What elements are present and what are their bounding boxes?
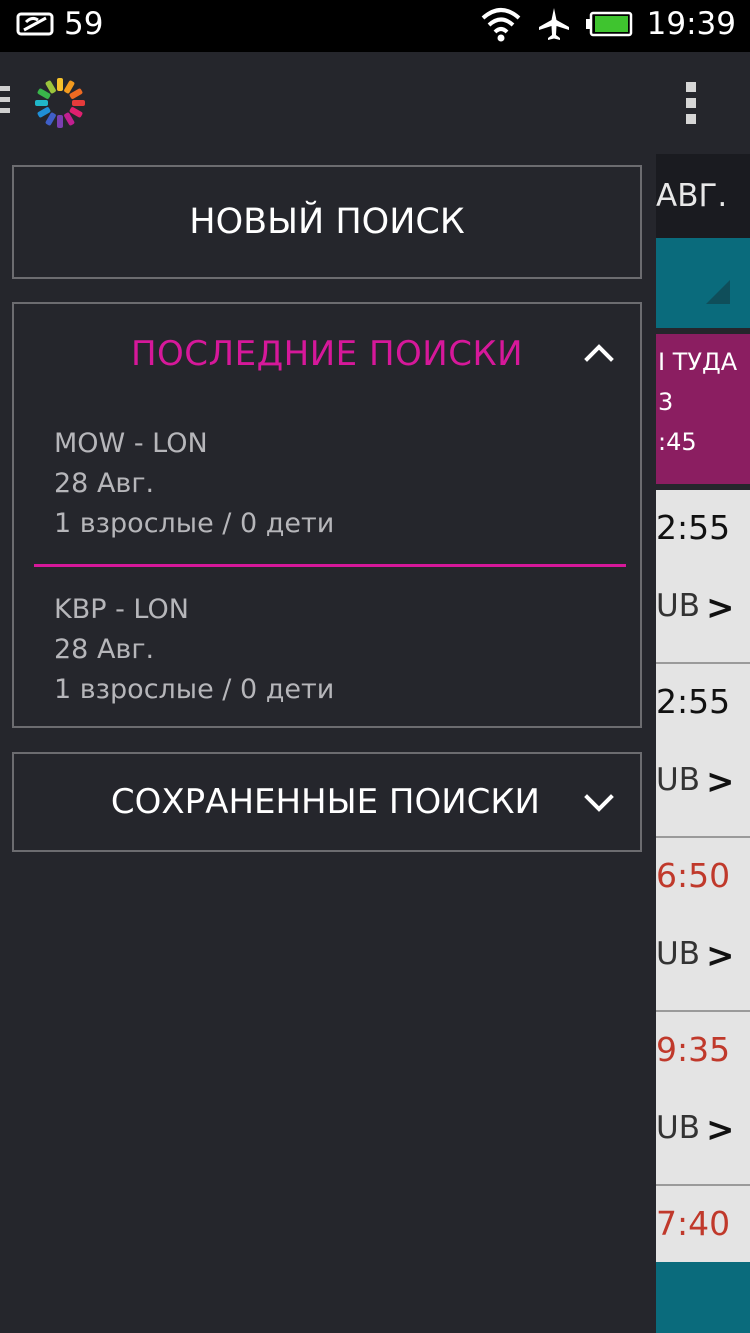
passengers: 1 взрослые / 0 дети	[54, 508, 335, 539]
date-header: АВГ.	[656, 154, 750, 238]
result-row[interactable]: 9:35 UB >	[656, 1012, 750, 1186]
navigation-drawer: НОВЫЙ ПОИСК ПОСЛЕДНИЕ ПОИСКИ MOW - LON 2…	[0, 154, 656, 1333]
recent-search-item[interactable]: KBP - LON 28 Авг. 1 взрослые / 0 дети	[54, 590, 614, 710]
action-bar	[0, 52, 750, 154]
flight-header: I ТУДА 3 :45	[656, 334, 750, 484]
route: MOW - LON	[54, 428, 208, 459]
saved-searches-title: СОХРАНЕННЫЕ ПОИСКИ	[110, 782, 540, 822]
filter-bar	[656, 238, 750, 328]
airplane-icon	[538, 8, 569, 40]
recent-searches-title[interactable]: ПОСЛЕДНИЕ ПОИСКИ	[14, 334, 640, 374]
new-search-label: НОВЫЙ ПОИСК	[189, 202, 465, 242]
date: 28 Авг.	[54, 468, 155, 499]
battery-icon	[585, 11, 632, 37]
result-row[interactable]: 6:50 UB >	[656, 838, 750, 1012]
overflow-menu-icon[interactable]	[686, 82, 698, 130]
chevron-right-icon: >	[706, 1110, 735, 1150]
notification-count: 59	[64, 6, 104, 42]
passengers: 1 взрослые / 0 дети	[54, 674, 335, 705]
chevron-down-icon[interactable]	[584, 788, 614, 818]
wifi-icon	[481, 8, 520, 42]
chevron-right-icon: >	[706, 936, 735, 976]
hamburger-menu-icon[interactable]	[0, 86, 10, 116]
app-logo-icon[interactable]	[34, 77, 86, 129]
clock: 19:39	[646, 6, 736, 42]
result-row[interactable]: 2:55 UB >	[656, 490, 750, 664]
bottom-bar	[656, 1262, 750, 1333]
date: 28 Авг.	[54, 634, 155, 665]
result-row[interactable]: 7:40	[656, 1186, 750, 1264]
divider	[34, 564, 626, 567]
saved-searches-panel[interactable]: СОХРАНЕННЫЕ ПОИСКИ	[12, 752, 642, 852]
recent-search-item[interactable]: MOW - LON 28 Авг. 1 взрослые / 0 дети	[54, 424, 614, 544]
result-row[interactable]: 2:55 UB >	[656, 664, 750, 838]
chevron-up-icon[interactable]	[584, 338, 614, 368]
background-results: АВГ. I ТУДА 3 :45 2:55 UB > 2:55 UB > 6:…	[656, 154, 750, 1333]
battery-saver-icon	[16, 12, 54, 36]
new-search-button[interactable]: НОВЫЙ ПОИСК	[12, 165, 642, 279]
status-bar: 59 19:39	[0, 0, 750, 52]
chevron-right-icon: >	[706, 588, 735, 628]
recent-searches-panel: ПОСЛЕДНИЕ ПОИСКИ MOW - LON 28 Авг. 1 взр…	[12, 302, 642, 728]
chevron-right-icon: >	[706, 762, 735, 802]
route: KBP - LON	[54, 594, 189, 625]
